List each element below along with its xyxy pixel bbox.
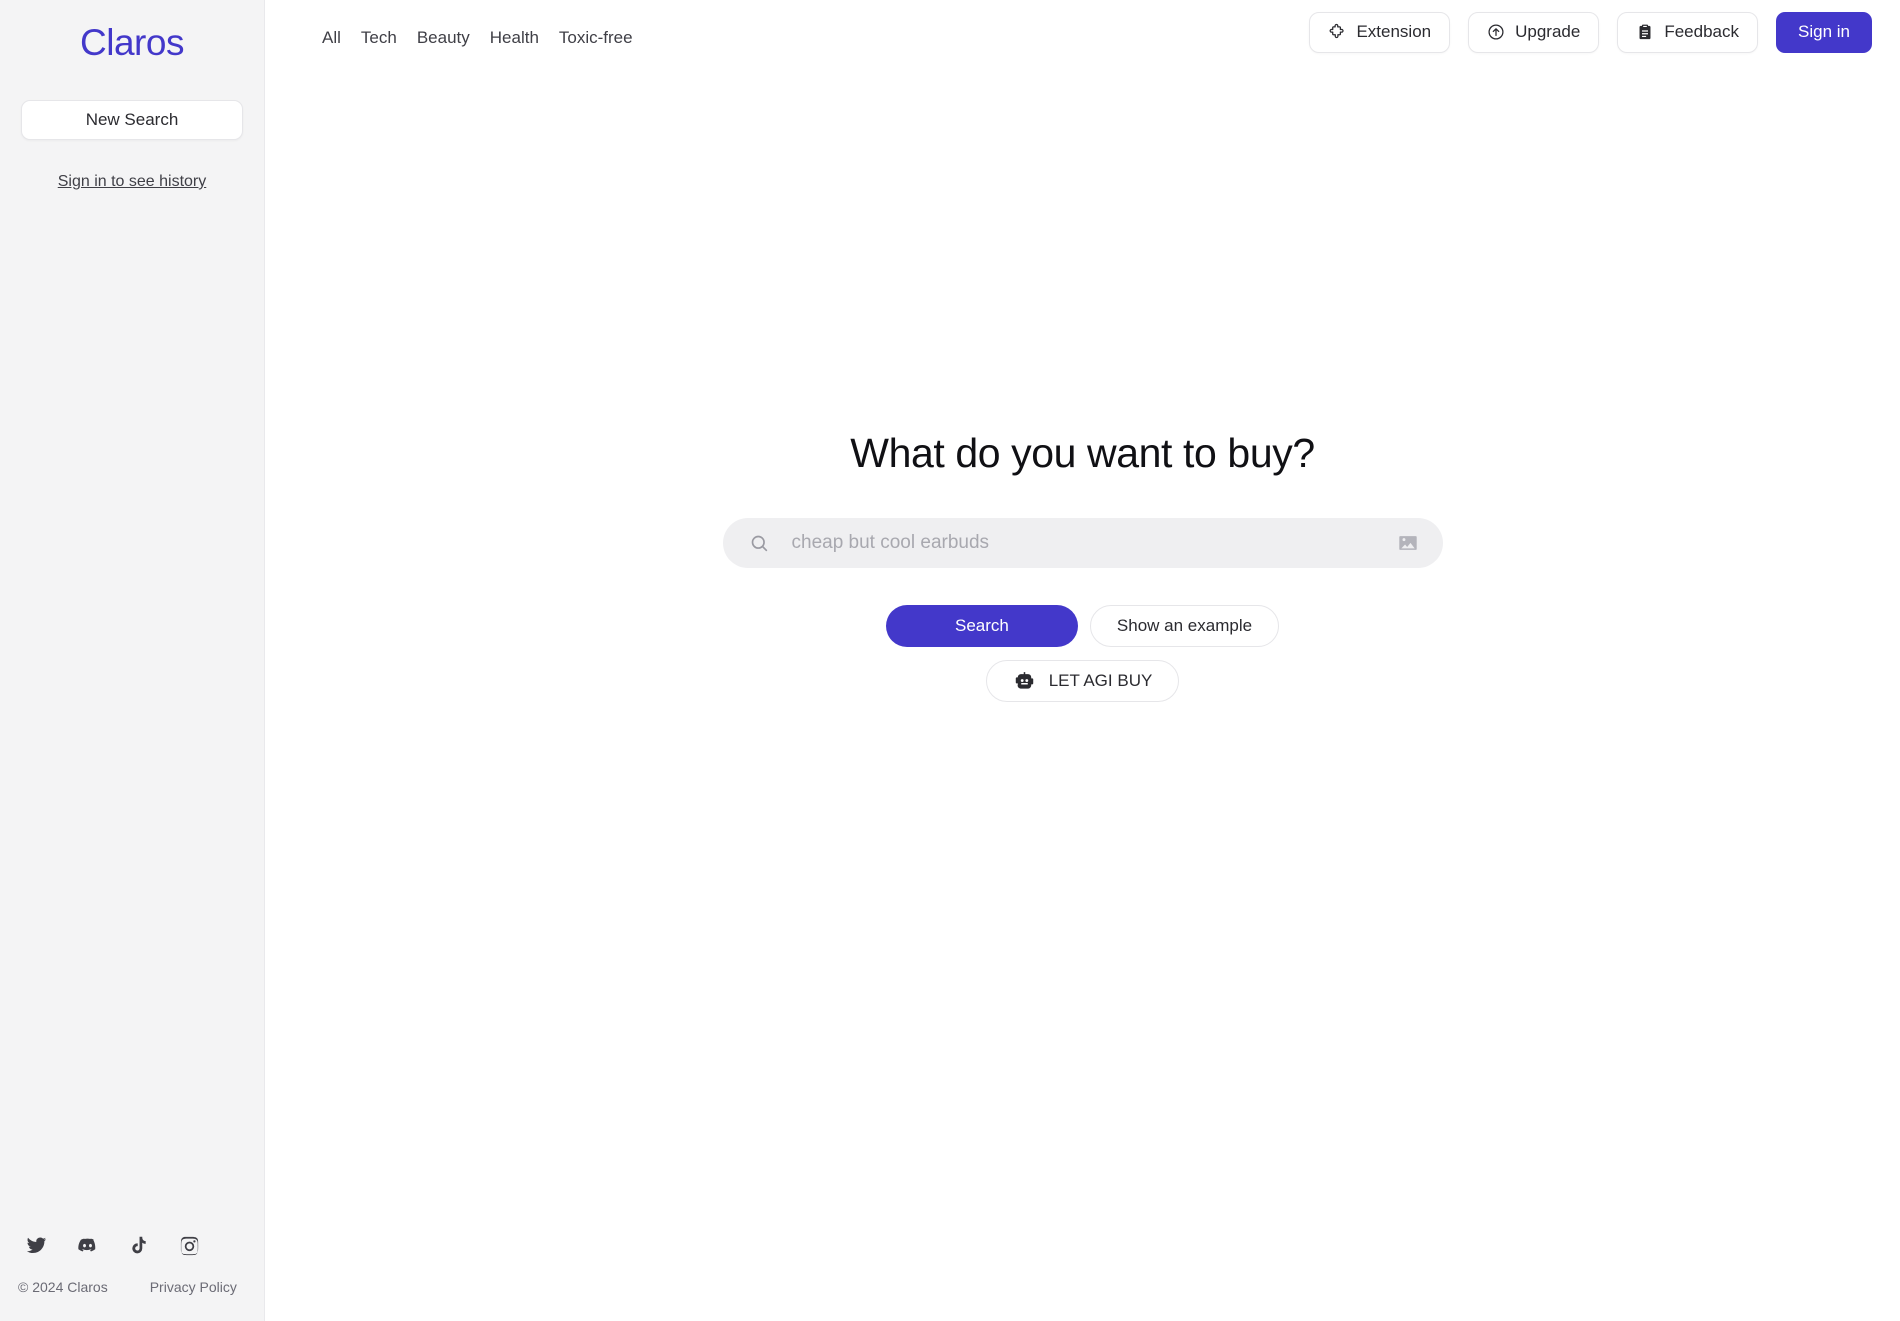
- top-bar: All Tech Beauty Health Toxic-free Extens…: [265, 0, 1900, 70]
- sidebar-footer: © 2024 Claros Privacy Policy: [0, 1279, 264, 1321]
- discord-icon[interactable]: [77, 1235, 98, 1256]
- brand-logo[interactable]: Claros: [0, 22, 264, 64]
- tab-beauty[interactable]: Beauty: [417, 28, 470, 48]
- app-root: Claros New Search Sign in to see history…: [0, 0, 1900, 1321]
- search-icon: [749, 533, 770, 554]
- social-links: [0, 1235, 264, 1256]
- let-agi-buy-label: LET AGI BUY: [1048, 671, 1153, 690]
- hero-section: What do you want to buy? Search Show an …: [265, 430, 1900, 702]
- tiktok-icon[interactable]: [128, 1235, 149, 1256]
- puzzle-piece-icon: [1328, 23, 1346, 41]
- instagram-icon[interactable]: [179, 1235, 200, 1256]
- arrow-up-circle-icon: [1487, 23, 1505, 41]
- sign-in-history-link[interactable]: Sign in to see history: [0, 173, 264, 191]
- main-content: All Tech Beauty Health Toxic-free Extens…: [265, 0, 1900, 1321]
- let-agi-buy-button[interactable]: LET AGI BUY: [985, 660, 1180, 702]
- tab-health[interactable]: Health: [490, 28, 539, 48]
- tab-toxic-free[interactable]: Toxic-free: [559, 28, 633, 48]
- extension-button[interactable]: Extension: [1309, 11, 1451, 53]
- search-button[interactable]: Search: [885, 605, 1078, 647]
- feedback-button[interactable]: Feedback: [1617, 11, 1759, 53]
- search-bar[interactable]: [722, 518, 1443, 568]
- page-title: What do you want to buy?: [850, 430, 1315, 476]
- top-bar-actions: Extension Upgrade Feedback Sign in: [1309, 11, 1872, 59]
- extension-label: Extension: [1356, 22, 1432, 41]
- category-tabs: All Tech Beauty Health Toxic-free: [322, 22, 633, 48]
- tab-all[interactable]: All: [322, 28, 341, 48]
- tab-tech[interactable]: Tech: [361, 28, 397, 48]
- copyright-text: © 2024 Claros: [18, 1279, 108, 1295]
- twitter-icon[interactable]: [26, 1235, 47, 1256]
- clipboard-icon: [1636, 23, 1654, 41]
- new-search-button[interactable]: New Search: [21, 100, 243, 140]
- feedback-label: Feedback: [1664, 22, 1740, 41]
- show-example-button[interactable]: Show an example: [1089, 605, 1280, 647]
- privacy-policy-link[interactable]: Privacy Policy: [150, 1279, 237, 1295]
- upgrade-button[interactable]: Upgrade: [1468, 11, 1600, 53]
- search-actions: Search Show an example: [885, 605, 1280, 647]
- search-input[interactable]: [791, 532, 1397, 554]
- upgrade-label: Upgrade: [1515, 22, 1581, 41]
- image-upload-icon[interactable]: [1397, 532, 1419, 554]
- sign-in-button[interactable]: Sign in: [1776, 11, 1872, 53]
- robot-icon: [1013, 670, 1036, 693]
- sidebar: Claros New Search Sign in to see history…: [0, 0, 265, 1321]
